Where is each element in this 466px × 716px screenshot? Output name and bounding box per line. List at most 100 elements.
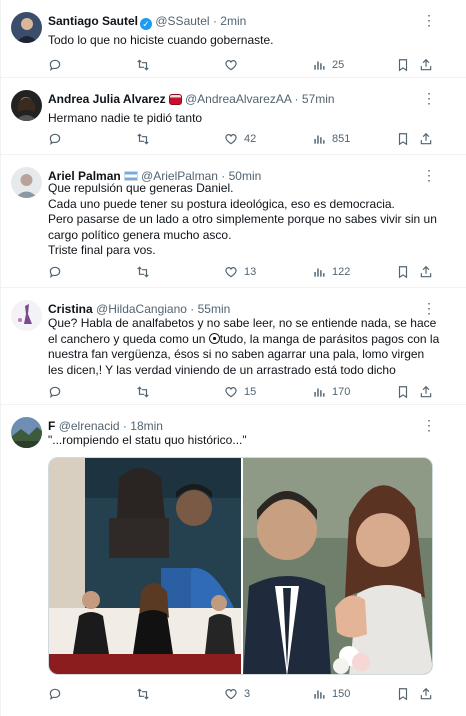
like-count: 13 [244,266,257,278]
retweet-button[interactable] [136,263,156,281]
author-handle[interactable]: @elrenacid [59,419,120,433]
action-bar: 13 122 [48,263,440,281]
bookmark-button[interactable] [396,56,410,74]
avatar[interactable] [11,417,42,448]
more-icon[interactable]: ⋮ [422,12,436,28]
tweet-andrea[interactable]: Andrea Julia Alvarez @AndreaAlvarezAA · … [1,78,466,155]
share-button[interactable] [419,130,433,148]
author-name[interactable]: Cristina [48,302,93,316]
verified-badge-icon: ✓ [140,18,153,30]
views-icon [314,268,325,277]
views-count: 25 [332,59,345,71]
views-icon [314,388,325,397]
tweet-santiago[interactable]: Santiago Sautel ✓ @SSautel · 2min ⋮ Todo … [1,0,466,78]
timestamp[interactable]: 2min [220,14,246,28]
timestamp[interactable]: 18min [130,419,163,433]
like-button[interactable]: 13 [224,263,256,281]
views-count: 851 [332,133,351,145]
share-icon [420,385,432,398]
reply-button[interactable] [48,130,68,148]
reply-button[interactable] [48,685,68,703]
retweet-button[interactable] [136,383,156,401]
action-bar: 15 170 [48,383,440,401]
avatar[interactable] [11,90,42,121]
like-count: 42 [244,133,257,145]
tweet-header: Santiago Sautel ✓ @SSautel · 2min [48,14,430,30]
bookmark-button[interactable] [396,130,410,148]
reply-icon [49,59,61,71]
author-name[interactable]: Santiago Sautel [48,14,138,28]
reply-icon [49,688,61,700]
share-button[interactable] [419,263,433,281]
author-name[interactable]: F [48,419,55,433]
more-icon[interactable]: ⋮ [422,90,436,106]
views-button[interactable]: 170 [312,383,350,401]
share-icon [420,58,432,71]
tweet-text: Que? Habla de analfabetos y no sabe leer… [48,316,442,378]
timestamp[interactable]: 57min [302,92,335,106]
author-handle[interactable]: @SSautel [155,14,209,28]
action-bar: 25 [48,56,440,74]
separator-dot: · [212,14,217,28]
action-bar: 3 150 [48,685,440,703]
views-button[interactable]: 851 [312,130,350,148]
like-button[interactable]: 15 [224,383,256,401]
tweet-f[interactable]: F @elrenacid · 18min ⋮ "...rompiendo el … [1,405,466,716]
separator-dot: · [190,302,195,316]
retweet-button[interactable] [136,56,156,74]
author-handle[interactable]: @AndreaAlvarezAA [185,92,291,106]
tweet-text: Hermano nadie te pidió tanto [48,111,203,125]
reply-button[interactable] [48,56,68,74]
retweet-icon [137,133,149,145]
author-name[interactable]: Andrea Julia Alvarez [48,92,166,106]
like-icon [225,387,237,398]
tweet-media-photos[interactable] [48,457,433,675]
share-button[interactable] [419,56,433,74]
like-count: 15 [244,386,257,398]
like-button[interactable]: 42 [224,130,256,148]
like-icon [225,689,237,700]
tweet-header: F @elrenacid · 18min [48,419,430,434]
more-icon[interactable]: ⋮ [422,417,436,433]
share-button[interactable] [419,685,433,703]
timestamp[interactable]: 55min [198,302,231,316]
like-icon [225,60,237,71]
share-button[interactable] [419,383,433,401]
retweet-icon [137,688,149,700]
like-icon [225,267,237,278]
bookmark-icon [398,59,408,72]
more-icon[interactable]: ⋮ [422,300,436,316]
author-handle[interactable]: @HildaCangiano [96,302,187,316]
drum-emoji-icon [168,94,182,105]
tweet-text: "...rompiendo el statu quo histórico..." [48,433,247,447]
views-count: 170 [332,386,351,398]
reply-button[interactable] [48,263,68,281]
avatar[interactable] [11,12,42,43]
retweet-button[interactable] [136,130,156,148]
bookmark-button[interactable] [396,383,410,401]
share-icon [420,265,432,278]
like-button[interactable]: 3 [224,685,250,703]
bookmark-button[interactable] [396,685,410,703]
views-icon [314,61,325,70]
tweet-header: Cristina @HildaCangiano · 55min [48,302,430,317]
like-button[interactable] [224,56,244,74]
tweet-cristina[interactable]: Cristina @HildaCangiano · 55min ⋮ Que? H… [1,288,466,405]
share-icon [420,132,432,145]
retweet-button[interactable] [136,685,156,703]
views-count: 122 [332,266,351,278]
like-count: 3 [244,688,251,700]
tweet-text: Que repulsión que generas Daniel. Cada u… [48,181,437,258]
separator-dot: · [294,92,299,106]
tweet-ariel[interactable]: Ariel Palman @ArielPalman · 50min ⋮ Que … [1,155,466,288]
avatar[interactable] [11,167,42,198]
reply-button[interactable] [48,383,68,401]
bookmark-icon [398,266,408,279]
bookmark-icon [398,133,408,146]
views-button[interactable]: 150 [312,685,350,703]
bookmark-button[interactable] [396,263,410,281]
avatar[interactable] [11,300,42,331]
separator-dot: · [122,419,127,433]
views-button[interactable]: 122 [312,263,350,281]
views-button[interactable]: 25 [312,56,344,74]
